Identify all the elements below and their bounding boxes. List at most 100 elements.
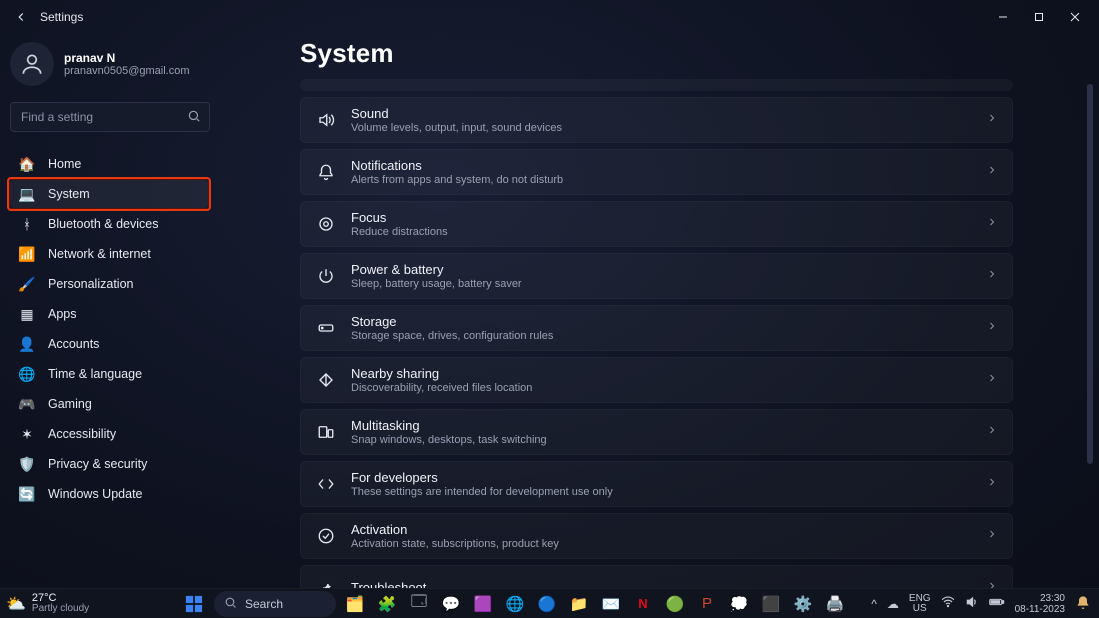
search-icon [187, 109, 201, 128]
sidebar-item-label: Windows Update [48, 487, 143, 501]
app-teams[interactable]: 💬 [438, 591, 464, 617]
card-title: Activation [351, 522, 559, 537]
setting-card-sound[interactable]: SoundVolume levels, output, input, sound… [300, 97, 1013, 143]
app-edge[interactable]: 🔵 [534, 591, 560, 617]
sidebar-item-update[interactable]: 🔄 Windows Update [10, 480, 208, 508]
network-icon: 📶 [18, 245, 36, 263]
chevron-right-icon [986, 163, 998, 181]
sidebar-item-label: System [48, 187, 90, 201]
back-button[interactable] [12, 8, 30, 26]
app-terminal[interactable]: ⬛ [758, 591, 784, 617]
language-indicator[interactable]: ENG US [909, 594, 931, 614]
chevron-right-icon [986, 319, 998, 337]
chevron-right-icon [986, 267, 998, 285]
setting-card-multitask[interactable]: MultitaskingSnap windows, desktops, task… [300, 409, 1013, 455]
setting-card-power[interactable]: Power & batterySleep, battery usage, bat… [300, 253, 1013, 299]
titlebar: Settings [0, 0, 1099, 34]
start-button[interactable] [180, 590, 208, 618]
card-title: Sound [351, 106, 562, 121]
multitask-icon [315, 421, 337, 443]
app-powerpoint[interactable]: P [694, 591, 720, 617]
user-email: pranavn0505@gmail.com [64, 65, 190, 77]
wifi-icon[interactable] [941, 595, 955, 612]
maximize-button[interactable] [1021, 3, 1057, 31]
settings-list: SoundVolume levels, output, input, sound… [300, 79, 1013, 588]
setting-card-activation[interactable]: ActivationActivation state, subscription… [300, 513, 1013, 559]
sidebar-item-label: Home [48, 157, 81, 171]
avatar [10, 42, 54, 86]
app-files[interactable]: 🧩 [374, 591, 400, 617]
setting-card-notifications[interactable]: NotificationsAlerts from apps and system… [300, 149, 1013, 195]
sidebar-item-system[interactable]: 💻 System [10, 180, 208, 208]
sidebar-item-apps[interactable]: ▦ Apps [10, 300, 208, 328]
sidebar-item-bluetooth[interactable]: ᚼBluetooth & devices [10, 210, 208, 238]
card-title: For developers [351, 470, 613, 485]
sidebar-item-accounts[interactable]: 👤Accounts [10, 330, 208, 358]
app-chrome[interactable]: 🌐 [502, 591, 528, 617]
app-netflix[interactable]: N [630, 591, 656, 617]
sidebar-item-label: Accounts [48, 337, 99, 351]
notifications-icon [315, 161, 337, 183]
card-subtitle: Activation state, subscriptions, product… [351, 538, 559, 550]
app-settings[interactable]: ⚙️ [790, 591, 816, 617]
setting-card-developers[interactable]: For developersThese settings are intende… [300, 461, 1013, 507]
profile[interactable]: pranav N pranavn0505@gmail.com [10, 40, 220, 88]
notifications-icon[interactable] [1075, 595, 1093, 613]
sidebar-item-privacy[interactable]: 🛡️Privacy & security [10, 450, 208, 478]
system-icon: 💻 [18, 185, 36, 203]
sidebar-item-home[interactable]: 🏠Home [10, 150, 208, 178]
minimize-button[interactable] [985, 3, 1021, 31]
setting-card-nearby[interactable]: Nearby sharingDiscoverability, received … [300, 357, 1013, 403]
sidebar-item-label: Time & language [48, 367, 142, 381]
sidebar-item-label: Apps [48, 307, 77, 321]
volume-icon[interactable] [965, 595, 979, 612]
sidebar-nav: 🏠Home 💻 System ᚼBluetooth & devices 📶 Network… [10, 150, 208, 508]
setting-card-troubleshoot[interactable]: Troubleshoot [300, 565, 1013, 588]
card-subtitle: These settings are intended for developm… [351, 486, 613, 498]
setting-card-focus[interactable]: FocusReduce distractions [300, 201, 1013, 247]
clock[interactable]: 23:30 08-11-2023 [1015, 593, 1065, 615]
card-subtitle: Reduce distractions [351, 226, 448, 238]
sidebar-item-accessibility[interactable]: ✶Accessibility [10, 420, 208, 448]
card-title: Focus [351, 210, 448, 225]
update-icon: 🔄 [18, 485, 36, 503]
sidebar-item-label: Gaming [48, 397, 92, 411]
power-icon [315, 265, 337, 287]
storage-icon [315, 317, 337, 339]
close-button[interactable] [1057, 3, 1093, 31]
scrollbar[interactable] [1087, 84, 1093, 464]
app-mail[interactable]: ✉️ [598, 591, 624, 617]
settings-search[interactable] [10, 102, 210, 132]
card-truncated-top [300, 79, 1013, 91]
apps-icon: ▦ [18, 305, 36, 323]
sidebar-item-label: Network & internet [48, 247, 151, 261]
app-explorer[interactable]: 🗔 [406, 591, 432, 617]
app-browser2[interactable]: 🟢 [662, 591, 688, 617]
sidebar-item-gaming[interactable]: 🎮Gaming [10, 390, 208, 418]
setting-card-storage[interactable]: StorageStorage space, drives, configurat… [300, 305, 1013, 351]
taskbar-search[interactable]: Search [214, 591, 336, 617]
card-subtitle: Snap windows, desktops, task switching [351, 434, 547, 446]
sidebar-item-time[interactable]: 🌐Time & language [10, 360, 208, 388]
tray-onedrive-icon[interactable]: ☁ [887, 597, 899, 611]
sidebar-item-label: Privacy & security [48, 457, 147, 471]
app-printer[interactable]: 🖨️ [822, 591, 848, 617]
sidebar-item-network[interactable]: 📶 Network & internet [10, 240, 208, 268]
chevron-right-icon [986, 423, 998, 441]
app-chat[interactable]: 💭 [726, 591, 752, 617]
sidebar-item-label: Personalization [48, 277, 133, 291]
focus-icon [315, 213, 337, 235]
card-title: Nearby sharing [351, 366, 532, 381]
app-file-explorer[interactable]: 📁 [566, 591, 592, 617]
card-subtitle: Discoverability, received files location [351, 382, 532, 394]
developers-icon [315, 473, 337, 495]
chevron-right-icon [986, 475, 998, 493]
battery-icon[interactable] [989, 595, 1005, 612]
app-taskview[interactable]: 🗂️ [342, 591, 368, 617]
tray-overflow[interactable]: ^ [871, 597, 877, 611]
sidebar-item-personal[interactable]: 🖌️Personalization [10, 270, 208, 298]
taskbar: ⛅ 27°C Partly cloudy Search 🗂️ 🧩 🗔 💬 🟪 🌐… [0, 588, 1099, 618]
search-input[interactable] [21, 110, 181, 124]
app-ide[interactable]: 🟪 [470, 591, 496, 617]
weather-widget[interactable]: ⛅ 27°C Partly cloudy [6, 593, 176, 614]
